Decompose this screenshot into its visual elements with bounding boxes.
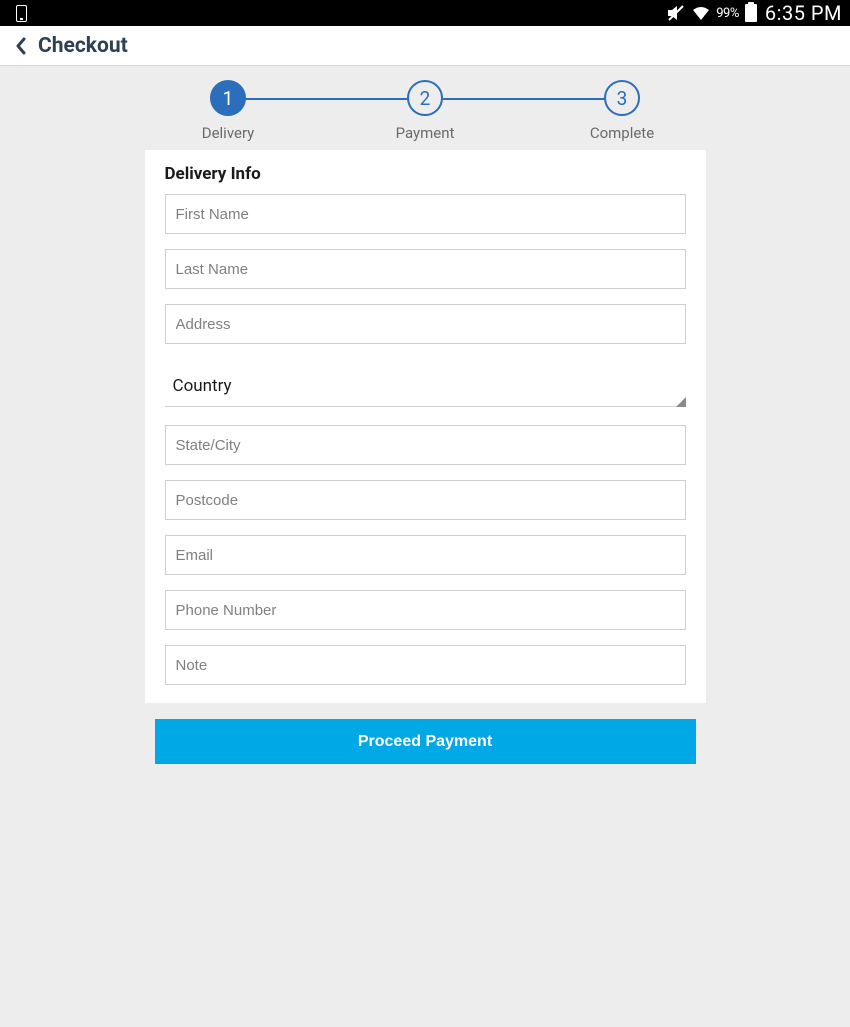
country-select-value: Country [165, 365, 686, 407]
step-number: 3 [604, 80, 640, 116]
chevron-down-icon [676, 397, 686, 407]
back-button[interactable] [10, 35, 32, 57]
phone-icon [16, 5, 27, 22]
note-field[interactable] [165, 645, 686, 685]
clock: 6:35 PM [765, 1, 842, 25]
battery-icon [745, 4, 757, 22]
step-complete[interactable]: 3 Complete [524, 80, 721, 142]
step-delivery[interactable]: 1 Delivery [130, 80, 327, 142]
email-field[interactable] [165, 535, 686, 575]
step-number: 1 [210, 80, 246, 116]
content-area: 1 Delivery 2 Payment 3 Complete Delivery… [0, 66, 850, 1027]
page-title: Checkout [38, 34, 128, 58]
postcode-field[interactable] [165, 480, 686, 520]
country-select[interactable]: Country [165, 365, 686, 407]
section-title: Delivery Info [165, 164, 686, 184]
mute-icon [666, 4, 686, 22]
last-name-field[interactable] [165, 249, 686, 289]
status-bar: 99% 6:35 PM [0, 0, 850, 26]
delivery-form-card: Delivery Info Country [145, 150, 706, 703]
step-label: Complete [590, 124, 654, 142]
checkout-stepper: 1 Delivery 2 Payment 3 Complete [130, 66, 721, 142]
step-label: Delivery [202, 124, 255, 142]
step-label: Payment [396, 124, 455, 142]
step-number: 2 [407, 80, 443, 116]
wifi-icon [692, 6, 710, 21]
step-payment[interactable]: 2 Payment [327, 80, 524, 142]
state-city-field[interactable] [165, 425, 686, 465]
battery-percent: 99% [716, 6, 739, 21]
app-bar: Checkout [0, 26, 850, 66]
first-name-field[interactable] [165, 194, 686, 234]
phone-field[interactable] [165, 590, 686, 630]
address-field[interactable] [165, 304, 686, 344]
proceed-payment-button[interactable]: Proceed Payment [155, 719, 696, 764]
